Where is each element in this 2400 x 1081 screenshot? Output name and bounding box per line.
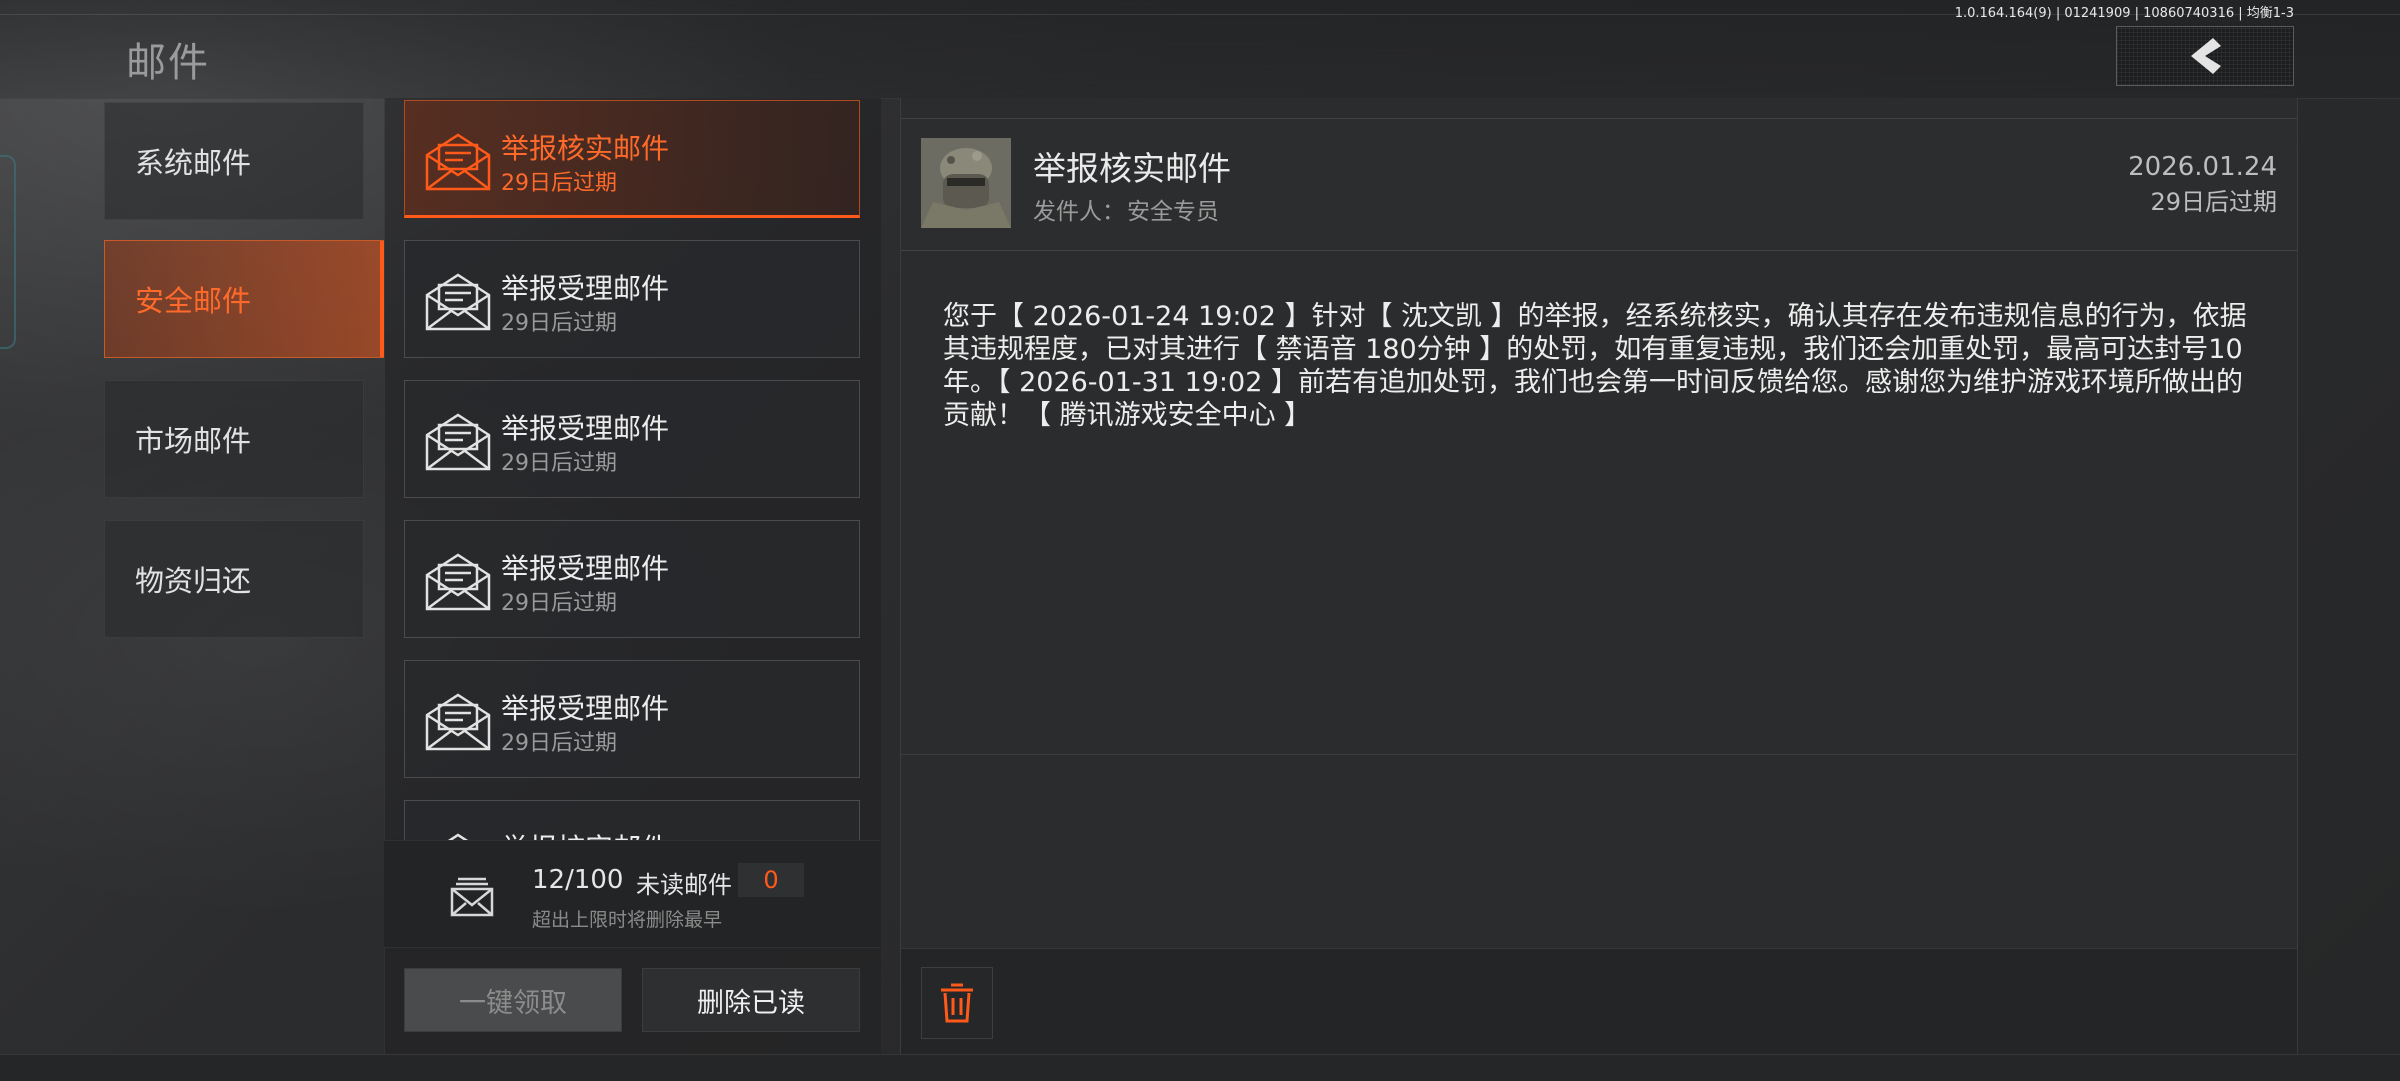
- mail-detail-expire: 29日后过期: [2150, 188, 2277, 216]
- category-security-mail[interactable]: 安全邮件: [104, 240, 384, 358]
- unread-count: 0: [738, 863, 804, 897]
- envelope-open-icon: [425, 693, 491, 751]
- category-system-mail[interactable]: 系统邮件: [104, 102, 364, 220]
- bottom-bar: [0, 1054, 2400, 1081]
- mail-list[interactable]: 举报核实邮件 29日后过期 举报受理邮件 29日后过期 举报受理邮件 29日后过…: [404, 100, 860, 840]
- mail-item[interactable]: 举报核实邮件: [404, 800, 860, 840]
- mail-expire: 29日后过期: [501, 451, 617, 476]
- mail-item[interactable]: 举报受理邮件 29日后过期: [404, 380, 860, 498]
- mail-count: 12/100: [532, 865, 624, 895]
- category-label: 市场邮件: [135, 424, 252, 458]
- mail-item[interactable]: 举报受理邮件 29日后过期: [404, 240, 860, 358]
- capacity-hint: 超出上限时将删除最早: [532, 909, 723, 931]
- version-info: 1.0.164.164(9) | 01241909 | 10860740316 …: [1954, 6, 2294, 21]
- mail-title: 举报核实邮件: [501, 827, 669, 840]
- mail-title: 举报核实邮件: [501, 132, 670, 165]
- mail-detail-panel: 举报核实邮件 发件人： 安全专员 2026.01.24 29日后过期 您于【 2…: [900, 98, 2298, 1055]
- mail-detail-header: 举报核实邮件 发件人： 安全专员 2026.01.24 29日后过期: [901, 120, 2297, 251]
- delete-read-button[interactable]: 删除已读: [642, 968, 860, 1032]
- back-button[interactable]: [2116, 26, 2294, 86]
- unread-label: 未读邮件: [636, 871, 732, 899]
- category-label: 物资归还: [135, 564, 252, 598]
- mailbox-counter: 12/100 未读邮件 0 超出上限时将删除最早: [384, 840, 880, 948]
- mail-detail-footer: [901, 948, 2297, 1055]
- mail-date: 2026.01.24: [2128, 152, 2277, 182]
- sender-label: 发件人：: [1033, 199, 1125, 225]
- category-item-return[interactable]: 物资归还: [104, 520, 364, 638]
- mail-item[interactable]: 举报受理邮件 29日后过期: [404, 520, 860, 638]
- mail-title: 举报受理邮件: [501, 412, 670, 445]
- page-title: 邮件: [126, 40, 210, 86]
- chevron-left-icon: [2191, 38, 2221, 74]
- delete-mail-button[interactable]: [921, 967, 993, 1039]
- sender-avatar: [921, 138, 1011, 228]
- mail-title: 举报受理邮件: [501, 272, 670, 305]
- category-label: 安全邮件: [135, 284, 252, 318]
- category-label: 系统邮件: [135, 146, 252, 180]
- envelope-open-icon: [425, 553, 491, 611]
- attachment-divider: [901, 754, 2297, 755]
- envelope-open-icon: [425, 133, 491, 191]
- category-market-mail[interactable]: 市场邮件: [104, 380, 364, 498]
- mail-detail-title: 举报核实邮件: [1033, 149, 1231, 188]
- mail-item[interactable]: 举报核实邮件 29日后过期: [404, 100, 860, 218]
- claim-all-button[interactable]: 一键领取: [404, 968, 622, 1032]
- mail-expire: 29日后过期: [501, 171, 617, 196]
- envelope-open-icon: [425, 413, 491, 471]
- soldier-portrait-icon: [921, 138, 1011, 228]
- mail-expire: 29日后过期: [501, 311, 617, 336]
- mail-stack-icon: [450, 877, 494, 917]
- trash-icon: [941, 983, 973, 1023]
- mail-item[interactable]: 举报受理邮件 29日后过期: [404, 660, 860, 778]
- detail-divider: [901, 118, 2297, 119]
- envelope-open-icon: [425, 273, 491, 331]
- mail-expire: 29日后过期: [501, 731, 617, 756]
- envelope-open-icon: [447, 833, 469, 840]
- mail-title: 举报受理邮件: [501, 692, 670, 725]
- side-panel-handle[interactable]: [0, 155, 16, 349]
- sender-name: 安全专员: [1127, 199, 1219, 225]
- mail-title: 举报受理邮件: [501, 552, 670, 585]
- mail-expire: 29日后过期: [501, 591, 617, 616]
- mail-body: 您于【 2026-01-24 19:02 】针对【 沈文凯 】的举报，经系统核实…: [943, 301, 2247, 431]
